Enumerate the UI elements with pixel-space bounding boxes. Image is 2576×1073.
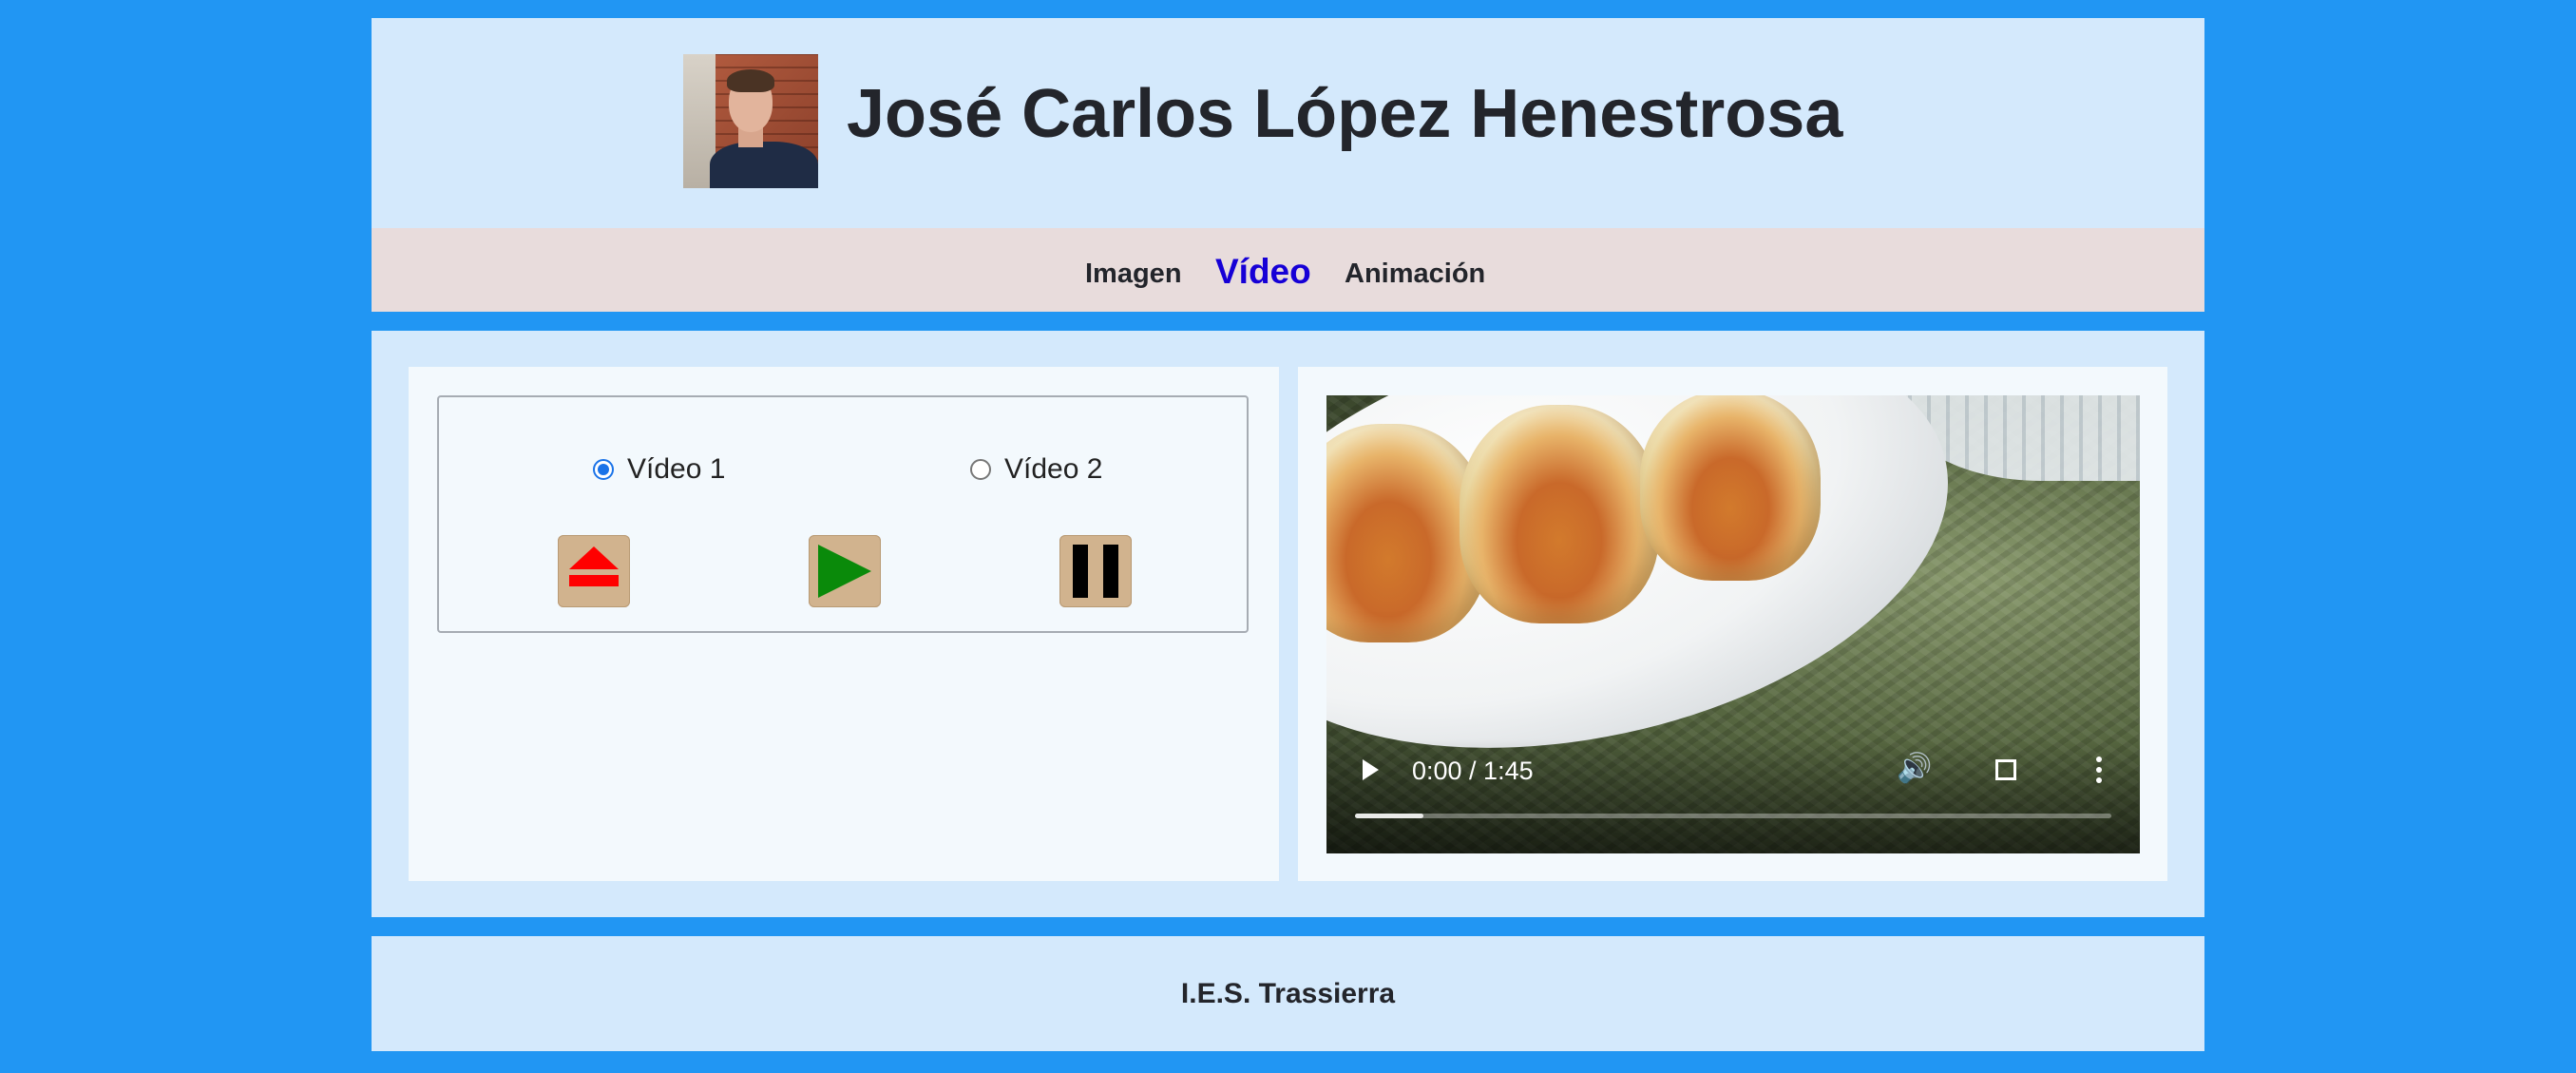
main-nav: Imagen Vídeo Animación	[372, 228, 2204, 312]
radio-button-checked[interactable]	[593, 459, 614, 480]
pause-button[interactable]	[1059, 535, 1132, 607]
video-controls-fieldset: Vídeo 1 Vídeo 2	[437, 395, 1249, 633]
fullscreen-icon[interactable]	[1995, 759, 2016, 780]
radio-video-1[interactable]: Vídeo 1	[593, 453, 725, 486]
video-frame-food	[1460, 405, 1659, 623]
page-footer: I.E.S. Trassierra	[372, 936, 2204, 1051]
video-frame-food	[1640, 395, 1821, 581]
main-content: Vídeo 1 Vídeo 2 0:00 / 1:45 🔊	[372, 331, 2204, 917]
radio-label: Vídeo 2	[1004, 453, 1103, 485]
page-title: José Carlos López Henestrosa	[847, 76, 1843, 152]
video-time: 0:00 / 1:45	[1412, 757, 1534, 785]
radio-video-2[interactable]: Vídeo 2	[970, 453, 1102, 486]
video-progress-fill	[1355, 814, 1423, 818]
video-panel: 0:00 / 1:45 🔊	[1298, 367, 2167, 881]
video-play-icon[interactable]	[1363, 759, 1379, 780]
volume-icon[interactable]: 🔊	[1897, 755, 1932, 783]
avatar-jacket	[710, 142, 818, 188]
eject-button[interactable]	[558, 535, 630, 607]
radio-button[interactable]	[970, 459, 991, 480]
page-header: José Carlos López Henestrosa	[372, 18, 2204, 228]
more-options-icon[interactable]	[2096, 757, 2102, 783]
controls-panel: Vídeo 1 Vídeo 2	[409, 367, 1279, 881]
nav-link-imagen[interactable]: Imagen	[1085, 260, 1182, 288]
avatar	[683, 54, 818, 188]
nav-link-animacion[interactable]: Animación	[1345, 260, 1485, 288]
footer-text: I.E.S. Trassierra	[1180, 978, 1396, 1009]
play-button[interactable]	[809, 535, 881, 607]
avatar-hair	[727, 69, 774, 92]
nav-link-video[interactable]: Vídeo	[1215, 254, 1311, 289]
radio-label: Vídeo 1	[627, 453, 726, 485]
video-progress-bar[interactable]	[1355, 814, 2111, 818]
video-player[interactable]: 0:00 / 1:45 🔊	[1326, 395, 2140, 853]
play-icon	[818, 545, 871, 598]
